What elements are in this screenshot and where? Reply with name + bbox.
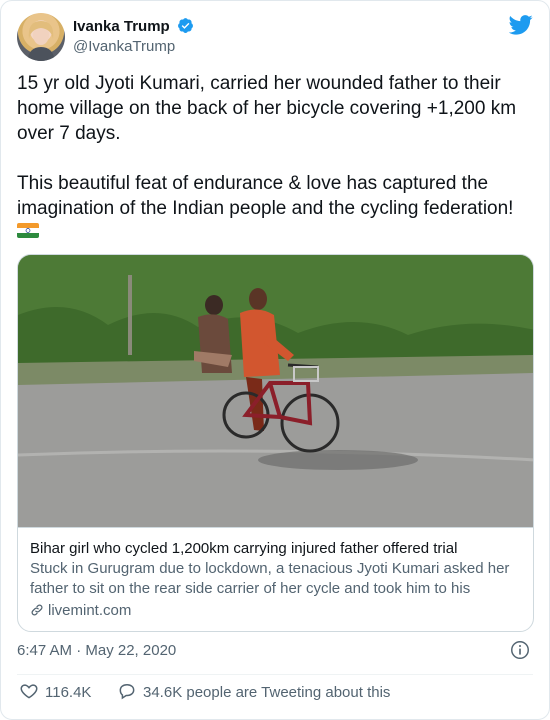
conversation-action[interactable]: 34.6K people are Tweeting about this [117,681,390,704]
tweet-paragraph-1: 15 yr old Jyoti Kumari, carried her woun… [17,73,517,144]
indian-flag-icon [17,223,39,238]
card-title[interactable]: Bihar girl who cycled 1,200km carrying i… [30,539,521,559]
verified-badge-icon [178,18,194,33]
info-icon[interactable] [509,639,531,661]
avatar[interactable] [17,13,65,61]
display-name[interactable]: Ivanka Trump [73,17,170,37]
author-names: Ivanka Trump @IvankaTrump [73,17,194,57]
handle[interactable]: @IvankaTrump [73,37,194,57]
card-domain-row: livemint.com [30,601,521,621]
tweet-embed: Ivanka Trump @IvankaTrump 15 yr old Jyot… [0,0,550,720]
tweet-header: Ivanka Trump @IvankaTrump [17,13,533,63]
card-photo [18,255,533,527]
like-action[interactable]: 116.4K [19,681,91,704]
card-domain: livemint.com [48,602,132,619]
heart-icon [20,684,38,699]
reply-bubble-icon [119,683,135,700]
link-card[interactable]: Bihar girl who cycled 1,200km carrying i… [17,254,534,632]
tweet-text: 15 yr old Jyoti Kumari, carried her woun… [17,71,532,246]
conversation-text: 34.6K people are Tweeting about this [143,684,391,701]
twitter-bird-icon[interactable] [509,15,533,35]
divider [17,674,533,675]
link-icon [31,604,43,616]
card-meta: Bihar girl who cycled 1,200km carrying i… [18,527,533,631]
like-count: 116.4K [45,684,92,701]
tweet-timestamp[interactable]: 6:47 AM · May 22, 2020 [17,641,176,661]
card-description: Stuck in Gurugram due to lockdown, a ten… [30,560,510,597]
tweet-paragraph-2: This beautiful feat of endurance & love … [17,173,514,219]
